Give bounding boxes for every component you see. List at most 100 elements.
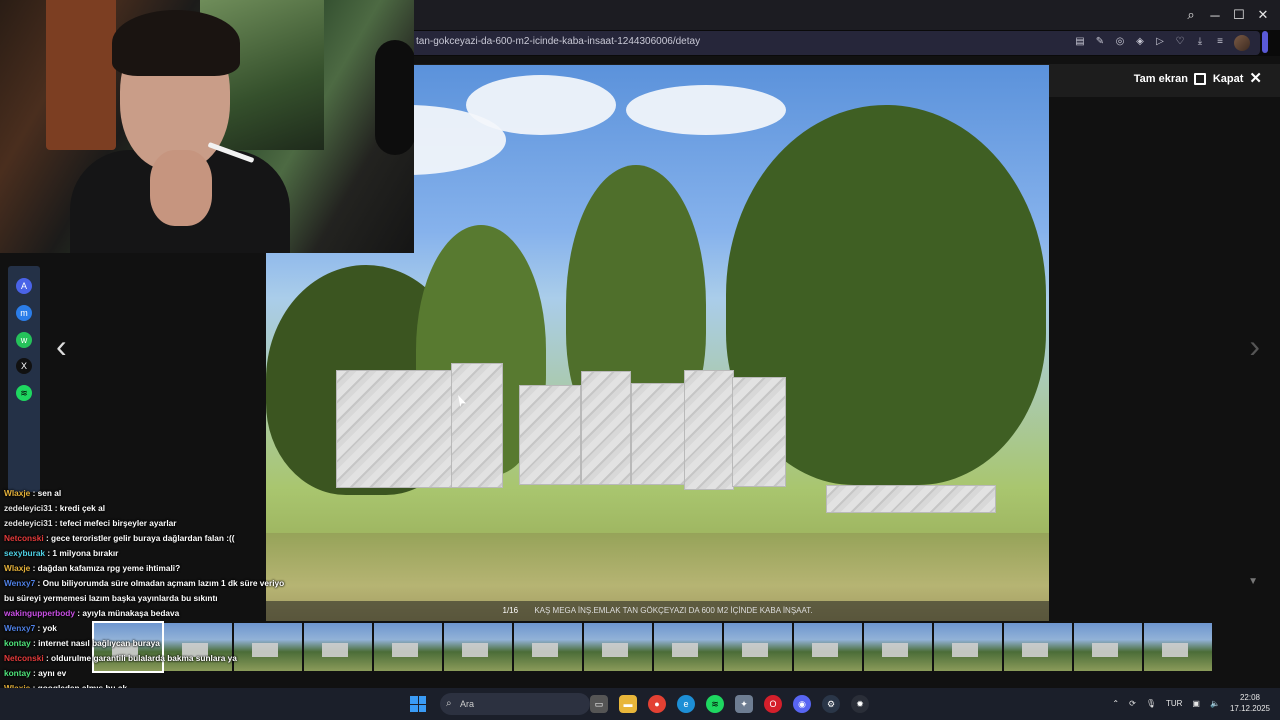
chat-username[interactable]: zedeleyici31 bbox=[4, 518, 52, 528]
thumbnail[interactable] bbox=[864, 623, 932, 671]
chat-username[interactable]: Wlaxje bbox=[4, 488, 30, 498]
thumbnail[interactable] bbox=[584, 623, 652, 671]
chat-message: Wlaxje : dağdan kafamıza rpg yeme ihtima… bbox=[0, 561, 290, 576]
play-icon[interactable]: ▷ bbox=[1154, 35, 1166, 49]
edge-icon[interactable]: e bbox=[677, 695, 695, 713]
chat-message: Netconski : gece teroristler gelir buray… bbox=[0, 531, 290, 546]
shield-icon[interactable]: ◈ bbox=[1134, 35, 1146, 49]
windows-start-icon[interactable] bbox=[410, 696, 426, 712]
chat-message: Netconski : oldurulme garantili bulalard… bbox=[0, 651, 290, 666]
sync-icon[interactable]: ⟳ bbox=[1129, 699, 1136, 708]
settings-icon[interactable]: ✹ bbox=[851, 695, 869, 713]
chat-text: : ayıyla münakaşa bedava bbox=[75, 608, 180, 618]
whatsapp-icon[interactable]: w bbox=[16, 332, 32, 348]
low-wall bbox=[826, 485, 996, 513]
webcam-overlay bbox=[0, 0, 414, 253]
chat-text: : gece teroristler gelir buraya dağlarda… bbox=[43, 533, 235, 543]
search-icon: ⌕ bbox=[446, 698, 452, 709]
file-explorer-icon[interactable]: ▬ bbox=[619, 695, 637, 713]
fullscreen-label: Tam ekran bbox=[1133, 73, 1188, 85]
cloud bbox=[466, 75, 616, 135]
network-icon[interactable]: ▣ bbox=[1192, 699, 1200, 708]
thumbnail[interactable] bbox=[444, 623, 512, 671]
mic-icon[interactable]: 🎙 bbox=[1146, 699, 1156, 708]
discord-icon[interactable]: ◉ bbox=[793, 695, 811, 713]
prev-photo-button[interactable]: ‹ bbox=[56, 328, 67, 365]
sidebar-toggle[interactable] bbox=[1262, 31, 1268, 53]
thumbnail[interactable] bbox=[1144, 623, 1212, 671]
fullscreen-button[interactable]: Tam ekran bbox=[1134, 73, 1206, 85]
chat-username[interactable]: sexyburak bbox=[4, 548, 45, 558]
caption-text: KAŞ MEGA İNŞ.EMLAK TAN GÖKÇEYAZI DA 600 … bbox=[534, 606, 813, 615]
stone-wall bbox=[519, 385, 581, 485]
profile-avatar[interactable] bbox=[1234, 35, 1250, 51]
camera-icon[interactable]: ◎ bbox=[1114, 35, 1126, 49]
thumbnail[interactable] bbox=[1004, 623, 1072, 671]
chat-username[interactable]: Wlaxje bbox=[4, 563, 30, 573]
chat-message: Wenxy7 : yok bbox=[0, 621, 290, 636]
address-bar-icons: ▤ ✎ ◎ ◈ ▷ ♡ ⤓ ≡ bbox=[1074, 35, 1250, 51]
photo-counter: 1/16 bbox=[502, 606, 519, 615]
close-icon[interactable]: ✕ bbox=[1254, 6, 1272, 24]
steam-icon[interactable]: ⚙ bbox=[822, 695, 840, 713]
search-icon[interactable]: ⌕ bbox=[1182, 6, 1200, 24]
chat-username[interactable]: kontay bbox=[4, 638, 31, 648]
x-icon[interactable]: X bbox=[16, 358, 32, 374]
reader-icon[interactable]: ▤ bbox=[1074, 35, 1086, 49]
taskbar: ⌕ Ara ▭ ▬ ● e ≋ ✦ O ◉ ⚙ ✹ ⌃ ⟳ 🎙 TUR ▣ 🔈 … bbox=[0, 688, 1280, 720]
edit-icon[interactable]: ✎ bbox=[1094, 35, 1106, 49]
system-tray: ⌃ ⟳ 🎙 TUR ▣ 🔈 22:08 17.12.2025 bbox=[1112, 692, 1270, 714]
minimize-icon[interactable]: ─ bbox=[1206, 6, 1224, 24]
share-rail: A m w X ≋ bbox=[8, 266, 40, 492]
chrome-icon[interactable]: ● bbox=[648, 695, 666, 713]
person-hair bbox=[112, 10, 240, 76]
spotify-icon[interactable]: ≋ bbox=[16, 385, 32, 401]
screen: ⌕ ─ ☐ ✕ tan-gokceyazi-da-600-m2-icinde-k… bbox=[0, 0, 1280, 720]
taskbar-search[interactable]: ⌕ Ara bbox=[440, 693, 590, 715]
clock-time: 22:08 bbox=[1239, 693, 1260, 702]
chat-username[interactable]: zedeleyici31 bbox=[4, 503, 52, 513]
chevron-down-icon[interactable]: ▼ bbox=[1248, 576, 1258, 587]
stone-wall bbox=[631, 383, 686, 485]
thumbnail[interactable] bbox=[794, 623, 862, 671]
thumbnail[interactable] bbox=[654, 623, 722, 671]
door bbox=[46, 0, 116, 150]
thumbnail[interactable] bbox=[1074, 623, 1142, 671]
thumbnail[interactable] bbox=[514, 623, 582, 671]
volume-icon[interactable]: 🔈 bbox=[1210, 699, 1220, 708]
stone-wall bbox=[732, 377, 786, 487]
url-text[interactable]: tan-gokceyazi-da-600-m2-icinde-kaba-insa… bbox=[416, 36, 700, 47]
language-indicator[interactable]: TUR bbox=[1166, 699, 1182, 708]
heart-icon[interactable]: ♡ bbox=[1174, 35, 1186, 49]
chat-text: : yok bbox=[35, 623, 57, 633]
chat-text: : kredi çek al bbox=[52, 503, 106, 513]
task-view-icon[interactable]: ▭ bbox=[590, 695, 608, 713]
chat-username[interactable]: Netconski bbox=[4, 653, 44, 663]
chat-username[interactable]: Wenxy7 bbox=[4, 623, 35, 633]
chat-username[interactable]: wakingupperbody bbox=[4, 608, 75, 618]
stone-wall bbox=[581, 371, 631, 485]
arc-icon[interactable]: A bbox=[16, 278, 32, 294]
spotify-icon[interactable]: ≋ bbox=[706, 695, 724, 713]
app-icon[interactable]: ✦ bbox=[735, 695, 753, 713]
thumbnail[interactable] bbox=[934, 623, 1002, 671]
messenger-icon[interactable]: m bbox=[16, 305, 32, 321]
chevron-up-icon[interactable]: ⌃ bbox=[1112, 699, 1119, 708]
thumbnail[interactable] bbox=[374, 623, 442, 671]
opera-icon[interactable]: O bbox=[764, 695, 782, 713]
thumbnail[interactable] bbox=[304, 623, 372, 671]
address-bar[interactable]: tan-gokceyazi-da-600-m2-icinde-kaba-insa… bbox=[410, 31, 1260, 55]
next-photo-button[interactable]: › bbox=[1249, 328, 1260, 365]
chat-username[interactable]: Netconski bbox=[4, 533, 44, 543]
chat-username[interactable]: Wenxy7 bbox=[4, 578, 35, 588]
chat-overlay: Wlaxje : sen al zedeleyici31 : kredi çek … bbox=[0, 486, 290, 718]
clock[interactable]: 22:08 17.12.2025 bbox=[1230, 692, 1270, 714]
maximize-icon[interactable]: ☐ bbox=[1230, 6, 1248, 24]
thumbnail[interactable] bbox=[724, 623, 792, 671]
close-viewer-button[interactable]: Kapat ✕ bbox=[1213, 70, 1262, 87]
chat-text: : sen al bbox=[30, 488, 62, 498]
menu-icon[interactable]: ≡ bbox=[1214, 35, 1226, 49]
close-icon: ✕ bbox=[1249, 70, 1262, 87]
chat-username[interactable]: kontay bbox=[4, 668, 31, 678]
download-icon[interactable]: ⤓ bbox=[1194, 35, 1206, 49]
